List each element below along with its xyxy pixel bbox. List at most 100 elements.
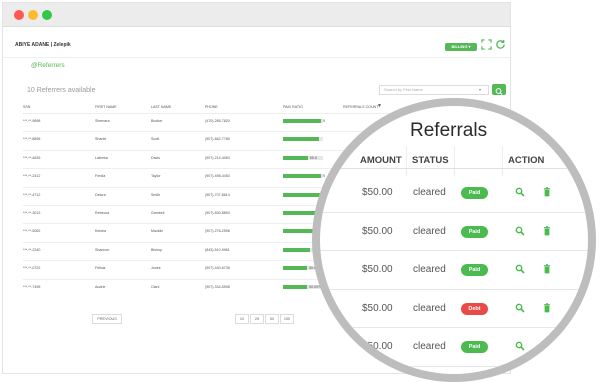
- status-badge: Paid: [461, 264, 488, 276]
- search-input[interactable]: Search by First Name: [379, 85, 489, 95]
- status-cell: cleared: [413, 225, 446, 237]
- table-cell-first: Delora: [95, 192, 106, 197]
- table-cell-phone: (470)-285-7820: [205, 119, 230, 123]
- search-icon[interactable]: [515, 341, 525, 351]
- paid-ratio-label: 55.5: [309, 155, 317, 160]
- table-cell-first: Rebecca: [95, 211, 110, 215]
- trash-icon[interactable]: [542, 302, 552, 313]
- status-cell: cleared: [413, 341, 446, 352]
- table-cell-last: Taylor: [151, 174, 161, 179]
- table-cell-phone: (907)-707-8814: [205, 192, 230, 197]
- column-divider: [502, 146, 503, 176]
- table-cell-ssn: ***-**-4835: [23, 155, 41, 160]
- billing-button[interactable]: BILLING ▾: [445, 43, 477, 51]
- status-badge: Paid: [461, 341, 488, 353]
- page-size-option[interactable]: 25: [250, 314, 264, 324]
- column-header[interactable]: SSN: [23, 105, 30, 109]
- minimize-window-button[interactable]: [28, 10, 38, 20]
- table-cell-phone: (907)-498-4453: [205, 174, 230, 179]
- table-cell-first: Shannon: [95, 247, 110, 252]
- table-cell-ssn: ***-**-7495: [23, 284, 41, 289]
- paid-ratio-fill: [283, 192, 321, 197]
- trash-icon[interactable]: [542, 341, 552, 351]
- paid-ratio-fill: [283, 119, 321, 123]
- billing-label: BILLING: [451, 44, 468, 49]
- table-cell-phone: (907)-214-4063: [205, 155, 230, 160]
- search-dropdown-icon[interactable]: ▾: [479, 85, 481, 95]
- referrals-title: Referrals: [410, 120, 488, 141]
- paid-ratio-bar: [283, 155, 323, 160]
- maximize-window-button[interactable]: [42, 10, 52, 20]
- column-divider: [406, 146, 407, 176]
- amount-cell: $50.00: [362, 187, 393, 198]
- search-button[interactable]: [492, 84, 506, 96]
- user-menu[interactable]: ABIYE ADANE | Zelepik: [15, 42, 71, 48]
- column-header[interactable]: PAID RATIO: [283, 105, 303, 109]
- table-cell-last: Scott: [151, 137, 160, 142]
- column-header[interactable]: PHONE: [205, 105, 218, 109]
- search-icon[interactable]: [515, 187, 525, 197]
- trash-icon[interactable]: [542, 264, 552, 274]
- search-icon: [495, 88, 503, 96]
- amount-cell: $50.00: [362, 225, 393, 237]
- amount-cell: $50.00: [362, 302, 393, 314]
- paid-ratio-bar: [283, 174, 323, 179]
- app-header: ABIYE ADANE | Zelepik BILLING ▾: [3, 28, 510, 58]
- column-header[interactable]: FIRST NAME: [95, 105, 117, 109]
- trash-icon[interactable]: [542, 187, 552, 197]
- amount-cell: $50.00: [362, 341, 393, 352]
- table-cell-last: Davis: [151, 155, 160, 160]
- fullscreen-icon[interactable]: [481, 39, 492, 50]
- table-cell-first: Fredia: [95, 174, 106, 179]
- table-cell-ssn: ***-**-3013: [23, 211, 41, 215]
- table-cell-first: Audrie: [95, 284, 106, 289]
- page-size-option[interactable]: 100: [280, 314, 294, 324]
- status-column-header: STATUS: [412, 155, 449, 166]
- refresh-icon[interactable]: [495, 39, 506, 50]
- table-cell-last: Macklin: [151, 229, 164, 234]
- table-cell-first: Felicia: [95, 266, 106, 271]
- table-cell-last: Gambell: [151, 211, 165, 215]
- table-cell-phone: (907)-334-5598: [205, 284, 230, 289]
- table-cell-phone: (907)-440-6738: [205, 266, 230, 271]
- window-titlebar: [3, 3, 510, 27]
- row-divider: [320, 211, 588, 213]
- sort-desc-icon[interactable]: ▼: [377, 103, 382, 109]
- search-icon[interactable]: [515, 226, 525, 236]
- search-icon[interactable]: [515, 303, 525, 313]
- column-header[interactable]: REFERRALS COUNT: [343, 105, 378, 109]
- paid-ratio-fill: [283, 284, 307, 289]
- table-cell-phone: (843)-510-9961: [205, 247, 230, 252]
- paid-ratio-bar: [283, 192, 323, 197]
- table-cell-first: Keisha: [95, 229, 106, 234]
- table-cell-ssn: ***-**-2240: [23, 247, 41, 252]
- table-cell-last: Clark: [151, 284, 160, 289]
- status-badge: Paid: [461, 187, 488, 199]
- table-cell-first: Shemara: [95, 119, 110, 123]
- paid-ratio-label: 9: [323, 174, 325, 179]
- trash-icon[interactable]: [542, 225, 552, 236]
- table-cell-first: Shariel: [95, 137, 107, 142]
- paid-ratio-fill: [283, 137, 319, 142]
- column-divider: [454, 146, 455, 176]
- close-window-button[interactable]: [14, 10, 24, 20]
- magnifier-lens: Referrals AMOUNT STATUS ACTION $50.00 cle…: [320, 106, 588, 374]
- row-divider: [320, 365, 588, 367]
- status-badge: Paid: [461, 225, 488, 238]
- page-size-option[interactable]: 50: [265, 314, 279, 324]
- search-icon[interactable]: [515, 264, 525, 274]
- table-cell-last: Bishop: [151, 247, 162, 252]
- table-cell-ssn: ***-**-2412: [23, 174, 41, 179]
- column-header[interactable]: LAST NAME: [151, 105, 171, 109]
- paid-ratio-bar: [283, 137, 323, 142]
- previous-page-button[interactable]: PREVIOUS: [92, 314, 122, 324]
- table-cell-phone: (907)-276-2596: [205, 229, 230, 234]
- table-cell-last: Booker: [151, 119, 163, 123]
- action-column-header: ACTION: [508, 155, 545, 166]
- referrer-count: 10 Referrers available: [27, 87, 96, 94]
- table-cell-first: Lateeka: [95, 155, 108, 160]
- status-cell: cleared: [413, 187, 446, 198]
- amount-column-header: AMOUNT: [360, 155, 402, 166]
- amount-cell: $50.00: [362, 264, 393, 275]
- page-size-option[interactable]: 10: [235, 314, 249, 324]
